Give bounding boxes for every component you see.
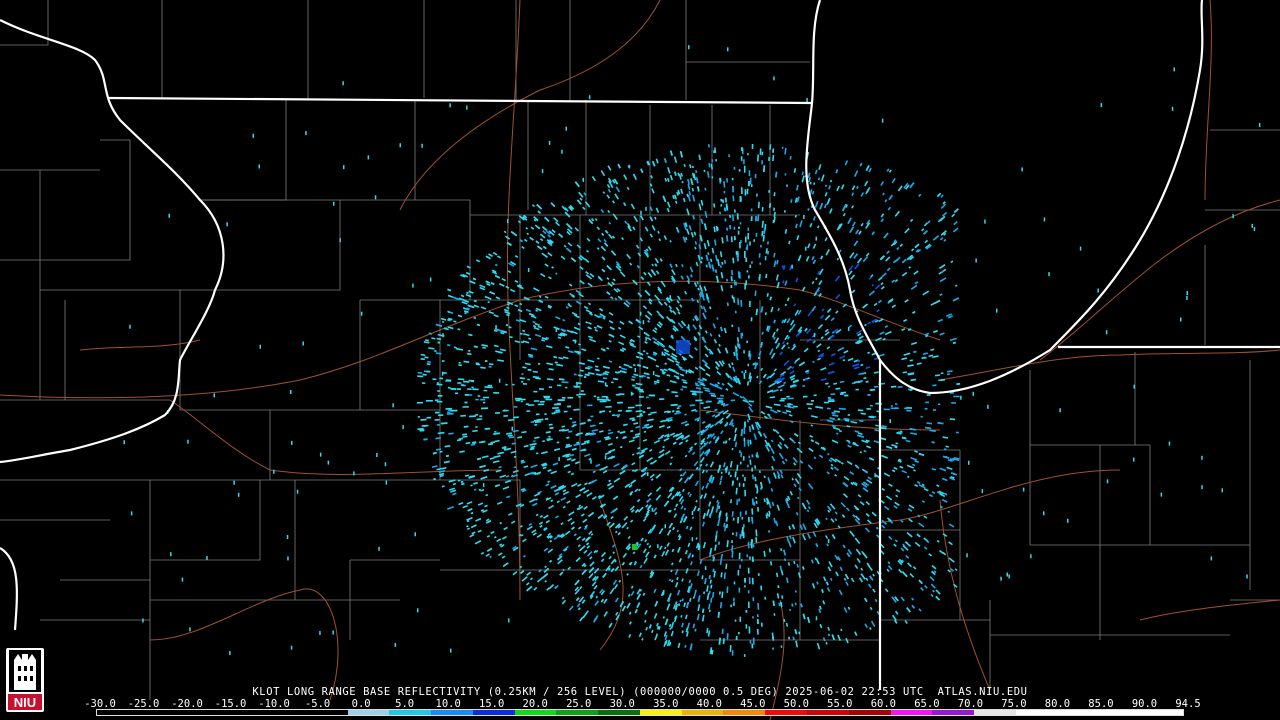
scale-swatch — [807, 710, 849, 715]
scale-swatch — [556, 710, 599, 715]
scale-swatch — [1099, 710, 1142, 715]
scale-swatch — [1015, 710, 1058, 715]
scale-swatch — [514, 710, 557, 715]
scale-swatch — [389, 710, 432, 715]
scale-swatch — [305, 710, 348, 715]
scale-swatch — [138, 710, 181, 715]
scale-swatch — [974, 710, 1016, 715]
scale-swatch — [932, 710, 975, 715]
scale-swatch — [222, 710, 265, 715]
radar-map — [0, 0, 1280, 720]
scale-swatch — [765, 710, 808, 715]
scale-swatch — [1141, 710, 1183, 715]
niu-logo: NIU — [6, 648, 44, 712]
scale-swatch — [1057, 710, 1100, 715]
scale-swatch — [598, 710, 640, 715]
scale-swatch — [472, 710, 515, 715]
reflectivity-echoes — [123, 45, 1261, 657]
scale-swatch — [264, 710, 306, 715]
scale-swatch — [848, 710, 891, 715]
niu-logo-text: NIU — [14, 695, 36, 710]
radar-caption: KLOT LONG RANGE BASE REFLECTIVITY (0.25K… — [252, 686, 1028, 698]
scale-swatch — [97, 710, 139, 715]
scale-swatch — [890, 710, 933, 715]
scale-swatch — [723, 710, 766, 715]
scale-swatch — [180, 710, 223, 715]
scale-swatch — [347, 710, 390, 715]
scale-swatch — [639, 710, 682, 715]
color-scale-bar — [96, 709, 1184, 716]
scale-swatch — [681, 710, 724, 715]
scale-swatch — [431, 710, 473, 715]
